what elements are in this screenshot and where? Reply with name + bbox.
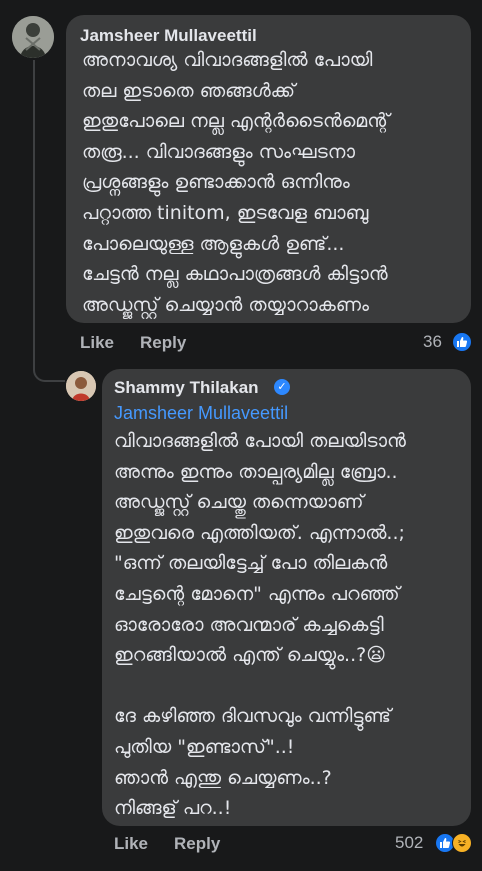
comment-reply-button[interactable]: Reply: [140, 333, 186, 353]
comment-author[interactable]: Jamsheer Mullaveettil: [80, 26, 257, 46]
comment-like-button[interactable]: Like: [80, 333, 114, 353]
comment-text: അനാവശ്യ വിവാദങ്ങളിൽ പോയി തല ഇടാതെ ഞങ്ങൾക…: [82, 49, 390, 316]
commenter-avatar[interactable]: [12, 16, 54, 58]
reply-reply-button[interactable]: Reply: [174, 834, 220, 854]
reply-author-avatar[interactable]: [66, 371, 96, 401]
reply-mention-link[interactable]: Jamsheer Mullaveettil: [114, 403, 288, 424]
haha-reaction-icon[interactable]: [452, 833, 472, 853]
reply-author[interactable]: Shammy Thilakan: [114, 378, 259, 398]
reply-like-button[interactable]: Like: [114, 834, 148, 854]
reply-text: വിവാദങ്ങളിൽ പോയി തലയിടാൻ അന്നും ഇന്നും ത…: [114, 430, 406, 820]
reply-reaction-count[interactable]: 502: [395, 833, 423, 853]
comment-reaction-count[interactable]: 36: [423, 332, 442, 352]
like-reaction-icon[interactable]: [452, 332, 472, 352]
reply-thread-line: [33, 60, 65, 382]
verified-badge-icon: ✓: [274, 379, 290, 395]
